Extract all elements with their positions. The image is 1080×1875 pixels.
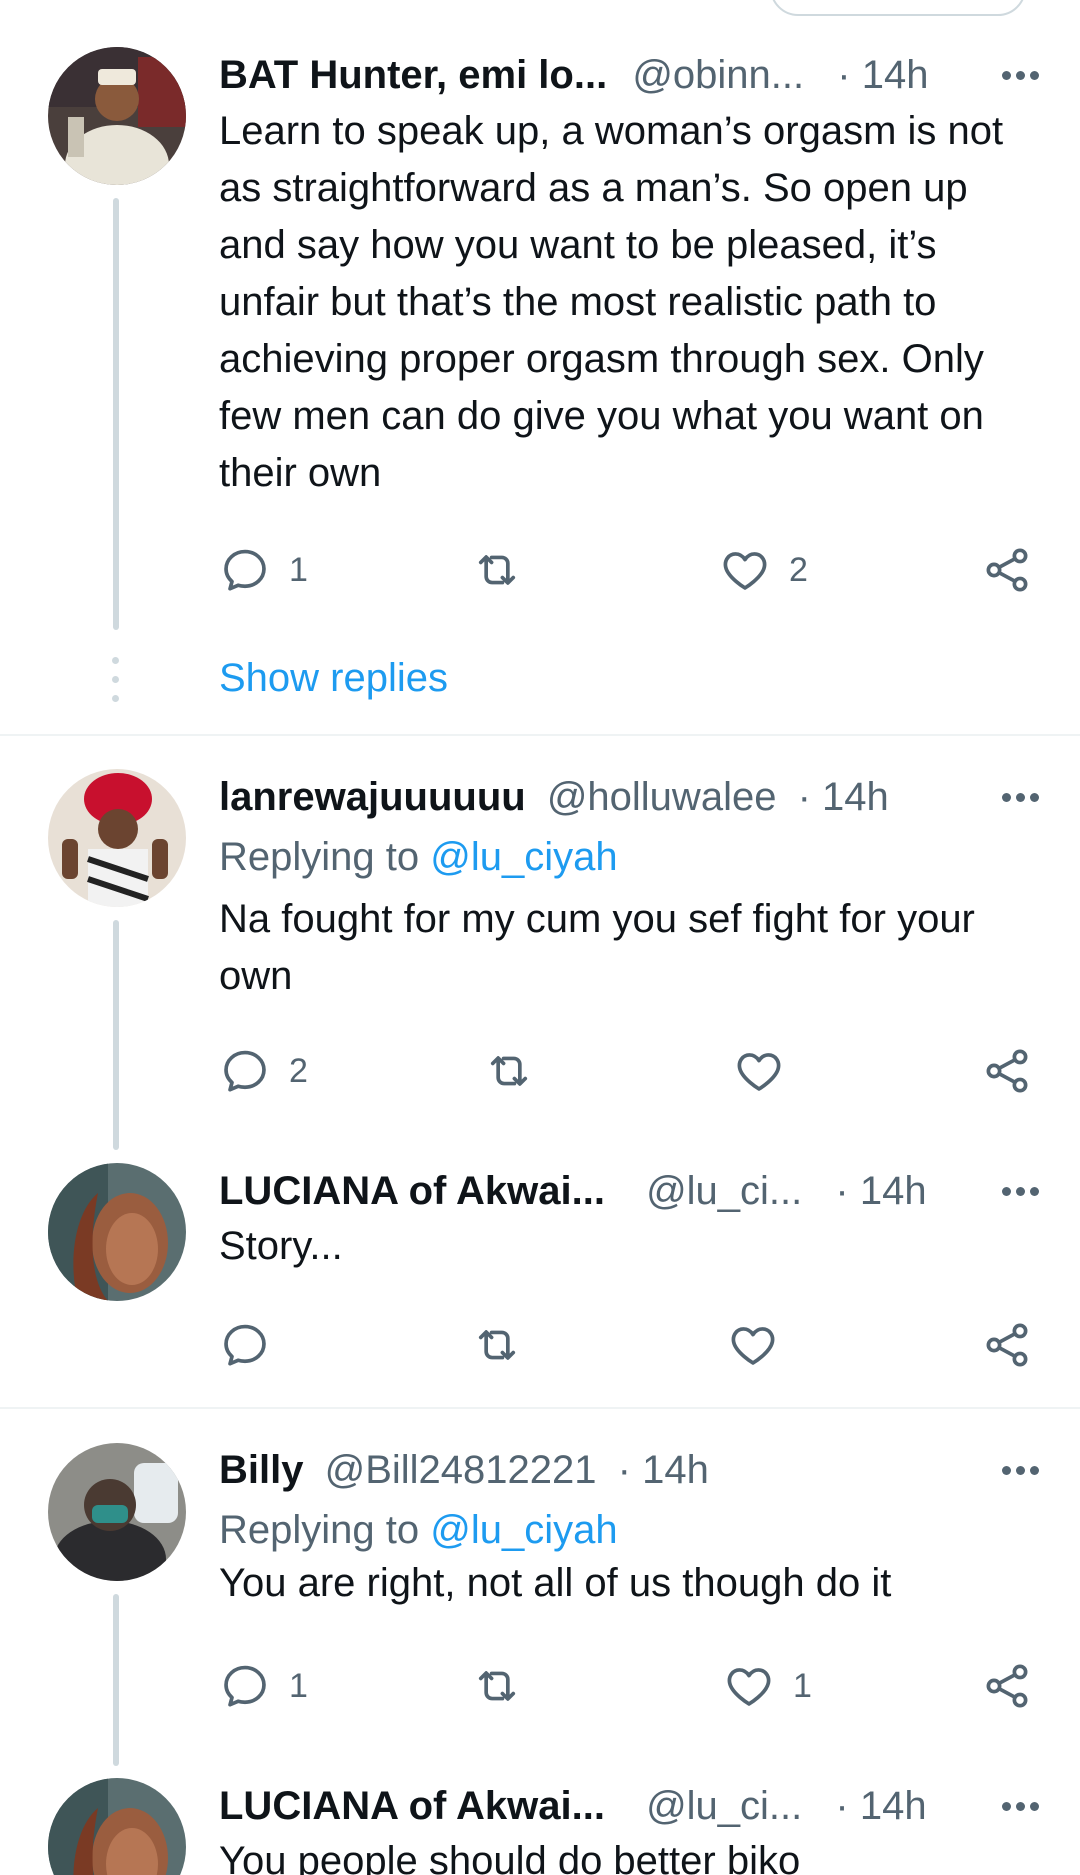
separator-dot: · xyxy=(835,1784,849,1828)
tweet-actions: 2 xyxy=(219,1041,1039,1101)
display-name[interactable]: LUCIANA of Akwai... xyxy=(219,1784,605,1828)
tweet-text: You are right, not all of us though do i… xyxy=(219,1561,892,1605)
reply-icon xyxy=(219,544,271,596)
separator-dot: · xyxy=(617,1448,631,1492)
display-name[interactable]: LUCIANA of Akwai... xyxy=(219,1169,605,1213)
heart-icon xyxy=(733,1045,785,1097)
user-handle[interactable]: @Bill24812221 xyxy=(325,1448,597,1492)
timestamp[interactable]: 14h xyxy=(860,1169,927,1213)
user-handle[interactable]: @holluwalee xyxy=(547,775,777,819)
avatar[interactable] xyxy=(48,1778,186,1875)
tweet-header: BAT Hunter, emi lo... @obinn... · 14h xyxy=(219,46,1039,104)
retweet-button[interactable] xyxy=(471,1656,523,1716)
more-icon[interactable] xyxy=(979,768,1039,826)
tweet-header: LUCIANA of Akwai... @lu_ci... · 14h xyxy=(219,1777,1039,1835)
mention-link[interactable]: @lu_ciyah xyxy=(430,1508,617,1552)
reply-button[interactable] xyxy=(219,1315,271,1375)
reply-count: 1 xyxy=(289,1666,308,1705)
share-icon xyxy=(981,1045,1033,1097)
display-name[interactable]: Billy xyxy=(219,1448,303,1492)
avatar[interactable] xyxy=(48,769,186,907)
timestamp[interactable]: 14h xyxy=(642,1448,709,1492)
avatar[interactable] xyxy=(48,1163,186,1301)
replying-prefix: Replying to xyxy=(219,1508,431,1552)
heart-icon xyxy=(719,544,771,596)
retweet-icon xyxy=(471,1660,523,1712)
reply-button[interactable]: 1 xyxy=(219,540,308,600)
tweet-header: LUCIANA of Akwai... @lu_ci... · 14h xyxy=(219,1162,1039,1220)
replying-to: Replying to @lu_ciyah xyxy=(219,826,1039,888)
timestamp[interactable]: 14h xyxy=(822,775,889,819)
display-name[interactable]: BAT Hunter, emi lo... xyxy=(219,53,607,97)
timestamp[interactable]: 14h xyxy=(862,53,929,97)
like-button[interactable]: 1 xyxy=(723,1656,812,1716)
retweet-icon xyxy=(471,1319,523,1371)
retweet-button[interactable] xyxy=(471,540,523,600)
reply-count: 2 xyxy=(289,1051,308,1090)
show-replies-link[interactable]: Show replies xyxy=(219,656,448,701)
more-icon[interactable] xyxy=(979,1777,1039,1835)
tweet-text: Na fought for my cum you sef fight for y… xyxy=(219,897,975,998)
tweet-text: Learn to speak up, a woman’s orgasm is n… xyxy=(219,109,1004,495)
share-button[interactable] xyxy=(981,540,1033,600)
avatar[interactable] xyxy=(48,47,186,185)
more-icon[interactable] xyxy=(979,1162,1039,1220)
user-handle[interactable]: @lu_ci... xyxy=(646,1169,802,1213)
more-icon[interactable] xyxy=(979,46,1039,104)
twitter-thread-page: BAT Hunter, emi lo... @obinn... · 14h Le… xyxy=(0,0,1080,1875)
retweet-button[interactable] xyxy=(471,1315,523,1375)
retweet-button[interactable] xyxy=(483,1041,535,1101)
reply-count: 1 xyxy=(289,550,308,589)
replying-to: Replying to @lu_ciyah xyxy=(219,1499,1039,1561)
tweet-text: Story... xyxy=(219,1224,343,1268)
tweet-actions xyxy=(219,1315,1039,1375)
thread-line xyxy=(113,920,119,1150)
retweet-icon xyxy=(471,544,523,596)
avatar[interactable] xyxy=(48,1443,186,1581)
heart-icon xyxy=(723,1660,775,1712)
reply-icon xyxy=(219,1045,271,1097)
tweet-text: You people should do better biko xyxy=(219,1839,801,1875)
user-handle[interactable]: @obinn... xyxy=(632,53,804,97)
replying-prefix: Replying to xyxy=(219,835,431,879)
like-button[interactable]: 2 xyxy=(719,540,808,600)
thread-line xyxy=(113,1594,119,1766)
mention-link[interactable]: @lu_ciyah xyxy=(430,835,617,879)
share-icon xyxy=(981,1660,1033,1712)
top-pill-button[interactable] xyxy=(770,0,1026,16)
tweet-actions: 1 1 xyxy=(219,1656,1039,1716)
retweet-icon xyxy=(483,1045,535,1097)
more-replies-indicator xyxy=(112,657,120,714)
timestamp[interactable]: 14h xyxy=(860,1784,927,1828)
share-button[interactable] xyxy=(981,1041,1033,1101)
separator-dot: · xyxy=(797,775,811,819)
tweet-actions: 1 2 xyxy=(219,540,1039,600)
separator-dot: · xyxy=(835,1169,849,1213)
display-name[interactable]: lanrewajuuuuuu xyxy=(219,775,526,819)
share-icon xyxy=(981,1319,1033,1371)
reply-icon xyxy=(219,1660,271,1712)
divider xyxy=(0,1407,1080,1409)
share-icon xyxy=(981,544,1033,596)
separator-dot: · xyxy=(837,53,851,97)
like-count: 1 xyxy=(793,1666,812,1705)
like-button[interactable] xyxy=(727,1315,779,1375)
reply-icon xyxy=(219,1319,271,1371)
share-button[interactable] xyxy=(981,1315,1033,1375)
thread-line xyxy=(113,198,119,630)
user-handle[interactable]: @lu_ci... xyxy=(646,1784,802,1828)
more-icon[interactable] xyxy=(979,1441,1039,1499)
divider xyxy=(0,734,1080,736)
share-button[interactable] xyxy=(981,1656,1033,1716)
like-count: 2 xyxy=(789,550,808,589)
heart-icon xyxy=(727,1319,779,1371)
reply-button[interactable]: 2 xyxy=(219,1041,308,1101)
tweet-header: lanrewajuuuuuu @holluwalee · 14h xyxy=(219,768,1039,826)
like-button[interactable] xyxy=(733,1041,785,1101)
reply-button[interactable]: 1 xyxy=(219,1656,308,1716)
tweet-header: Billy @Bill24812221 · 14h xyxy=(219,1441,1039,1499)
